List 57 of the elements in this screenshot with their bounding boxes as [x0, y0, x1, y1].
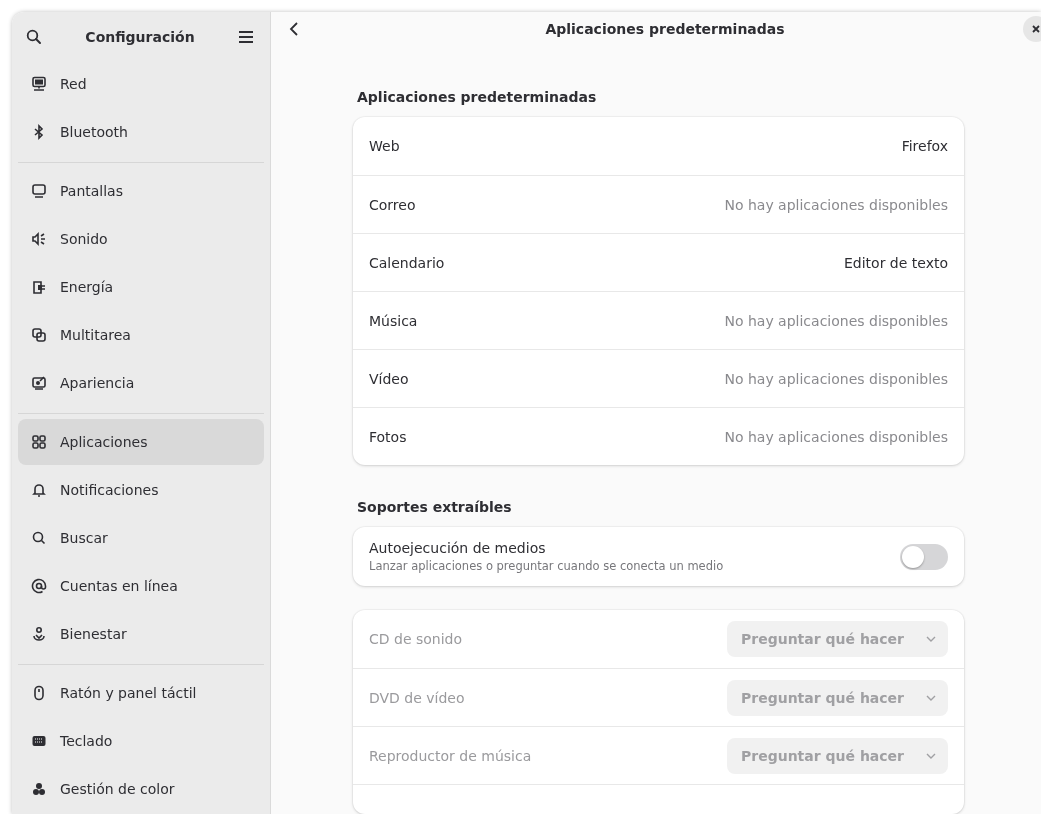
search-icon — [31, 530, 47, 546]
sidebar-item[interactable]: Aplicaciones — [18, 419, 264, 465]
row-value[interactable]: Editor de texto — [843, 254, 948, 271]
row-subtitle: Lanzar aplicaciones o preguntar cuando se conecta un medio — [369, 559, 724, 573]
sidebar-item[interactable]: Teclado — [18, 718, 264, 764]
speaker-icon — [31, 231, 47, 247]
sidebar-item[interactable]: Bluetooth — [18, 109, 264, 155]
sidebar-item[interactable]: Notificaciones — [18, 467, 264, 513]
row-label: Reproductor de música — [369, 747, 532, 764]
sidebar-item[interactable]: Sonido — [18, 216, 264, 262]
windows-icon — [31, 327, 47, 343]
menu-icon — [238, 29, 254, 44]
row-label: Web — [369, 138, 400, 154]
sidebar-item[interactable]: Gestión de color — [18, 766, 264, 812]
back-icon — [289, 20, 299, 37]
caret-icon — [926, 752, 936, 759]
sidebar-item[interactable]: Buscar — [18, 515, 264, 561]
close-icon — [1031, 23, 1041, 34]
at-icon — [31, 578, 47, 594]
sidebar-item[interactable]: Apariencia — [18, 360, 264, 406]
row-value[interactable]: No hay aplicaciones disponibles — [724, 370, 948, 387]
sidebar-item[interactable]: Bienestar — [18, 611, 264, 657]
row-label: Vídeo — [369, 370, 409, 387]
grid-icon — [31, 434, 47, 450]
sidebar-item[interactable]: Pantallas — [18, 168, 264, 214]
row-value[interactable]: No hay aplicaciones disponibles — [724, 312, 948, 329]
sidebar-item[interactable]: Multitarea — [18, 312, 264, 358]
sidebar-item[interactable]: Cuentas en línea — [18, 563, 264, 609]
keyboard-icon — [31, 733, 47, 749]
page-title: Aplicaciones predeterminadas — [544, 20, 786, 37]
row-label: Fotos — [369, 428, 407, 445]
close-button[interactable] — [1023, 15, 1041, 42]
row-label: CD de sonido — [369, 631, 463, 647]
row-label: Correo — [369, 196, 416, 213]
sidebar-item[interactable]: Energía — [18, 264, 264, 310]
color-circles-icon — [31, 781, 47, 797]
toggle-switch[interactable] — [900, 543, 948, 570]
section-heading: Soportes extraíbles — [356, 498, 513, 517]
monitor-icon — [31, 76, 47, 92]
row-label: Música — [369, 312, 418, 329]
display-icon — [31, 183, 47, 199]
caret-icon — [926, 636, 936, 642]
section-heading: Aplicaciones predeterminadas — [356, 88, 598, 107]
caret-icon — [926, 694, 936, 701]
sidebar-title: Configuración — [85, 28, 195, 45]
mouse-icon — [31, 685, 47, 701]
row-value[interactable]: No hay aplicaciones disponibles — [724, 428, 948, 445]
bell-icon — [31, 482, 47, 498]
row-label: Autoejecución de medios — [369, 540, 547, 556]
search-icon — [26, 28, 42, 45]
row-value[interactable]: No hay aplicaciones disponibles — [724, 196, 948, 213]
row-value[interactable]: Firefox — [901, 138, 948, 154]
row-label: DVD de vídeo — [369, 689, 465, 706]
sidebar-item[interactable]: Red — [18, 61, 264, 107]
sidebar-item[interactable]: Ratón y panel táctil — [18, 670, 264, 716]
person-icon — [31, 626, 47, 642]
row-label: Calendario — [369, 254, 445, 271]
